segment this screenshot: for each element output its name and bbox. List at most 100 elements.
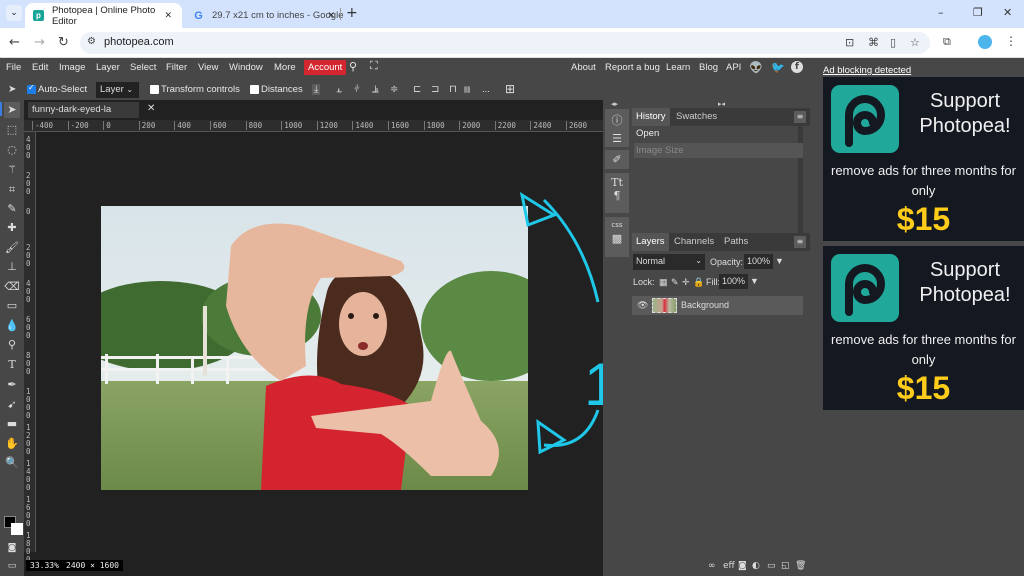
tab-search-button[interactable]: ⌄: [6, 5, 22, 21]
screen-mode-icon[interactable]: ▭: [4, 558, 20, 574]
auto-select-checkbox[interactable]: [27, 83, 36, 94]
layer-row[interactable]: 👁 Background: [632, 296, 803, 315]
blend-mode-dropdown[interactable]: Normal ⌄: [633, 254, 705, 270]
ad-blocking-detected-link[interactable]: Ad blocking detected: [823, 65, 911, 76]
background-color-swatch[interactable]: [11, 523, 23, 535]
hand-tool-icon[interactable]: ✋: [4, 436, 20, 452]
close-window-button[interactable]: ✕: [1003, 6, 1012, 19]
align-left-icon[interactable]: ⊏: [413, 84, 421, 95]
link-blog[interactable]: Blog: [699, 62, 718, 73]
ad-banner[interactable]: Support Photopea! remove ads for three m…: [823, 77, 1024, 241]
align-top-icon[interactable]: ⫠: [336, 84, 342, 95]
browser-tab-photopea[interactable]: p Photopea | Online Photo Editor ✕: [25, 3, 182, 28]
zoom-level[interactable]: 33.33%: [26, 560, 63, 571]
distribute-horizontal-icon[interactable]: ⫼⫼: [464, 86, 470, 95]
reload-icon[interactable]: ↻: [58, 35, 69, 50]
panel-collapse-icon[interactable]: ▸◂: [718, 100, 725, 108]
align-bottom-icon[interactable]: ⫡: [372, 84, 379, 95]
tab-layers[interactable]: Layers: [632, 233, 669, 251]
adjustment-layer-icon[interactable]: ◐: [752, 561, 760, 571]
image-icon[interactable]: ▩: [605, 232, 629, 245]
restore-button[interactable]: ❐: [973, 6, 983, 19]
clone-stamp-tool-icon[interactable]: ⊥: [4, 259, 20, 275]
address-bar[interactable]: ⚙ photopea.com ⊡ ⌘ ▯ ☆: [80, 32, 930, 54]
new-tab-button[interactable]: +: [346, 5, 358, 21]
menu-layer[interactable]: Layer: [96, 62, 120, 73]
crop-tool-icon[interactable]: ⌗: [4, 182, 20, 198]
tab-history[interactable]: History: [632, 108, 670, 126]
properties-icon[interactable]: ☰: [605, 132, 629, 145]
download-icon[interactable]: ⤓: [312, 84, 321, 95]
menu-edit[interactable]: Edit: [32, 62, 48, 73]
magic-wand-tool-icon[interactable]: ⚚: [4, 162, 20, 178]
forward-icon[interactable]: →: [34, 35, 45, 50]
collapse-arrows-icon[interactable]: ◂▸: [611, 100, 618, 108]
menu-image[interactable]: Image: [59, 62, 85, 73]
css-icon[interactable]: css: [605, 221, 629, 229]
distribute-vertical-icon[interactable]: ≑: [390, 84, 398, 95]
link-learn[interactable]: Learn: [666, 62, 690, 73]
new-group-icon[interactable]: ▭: [767, 561, 776, 571]
extensions-icon[interactable]: ⧉: [943, 35, 951, 49]
eyedropper-tool-icon[interactable]: ✎: [4, 201, 20, 217]
menu-filter[interactable]: Filter: [166, 62, 187, 73]
fill-input[interactable]: 100%: [719, 274, 749, 289]
translate-icon[interactable]: ⌘: [868, 36, 879, 49]
link-about[interactable]: About: [571, 62, 596, 73]
tab-paths[interactable]: Paths: [724, 236, 748, 247]
history-item[interactable]: Open: [634, 126, 803, 141]
rectangle-tool-icon[interactable]: ▬: [4, 416, 20, 432]
profile-avatar[interactable]: [978, 35, 992, 49]
pen-tool-icon[interactable]: ✒: [4, 377, 20, 393]
info-icon[interactable]: ⓘ: [605, 112, 629, 128]
more-options-button[interactable]: ...: [482, 84, 490, 95]
close-document-icon[interactable]: ✕: [147, 103, 155, 114]
blur-tool-icon[interactable]: 💧: [4, 318, 20, 334]
close-tab-icon[interactable]: ✕: [327, 10, 335, 21]
gradient-tool-icon[interactable]: ▭: [4, 298, 20, 314]
ad-banner[interactable]: Support Photopea! remove ads for three m…: [823, 246, 1024, 410]
layers-panel-menu-icon[interactable]: ≡: [794, 236, 806, 248]
document-tab[interactable]: funny-dark-eyed-la: [28, 102, 139, 118]
install-app-icon[interactable]: ⊡: [845, 36, 854, 49]
document-area[interactable]: funny-dark-eyed-la ✕ -400 -200 0 200 400 600 8…: [24, 100, 604, 576]
delete-layer-icon[interactable]: 🗑: [795, 561, 806, 571]
url-text[interactable]: photopea.com: [104, 36, 174, 48]
lock-pixels-icon[interactable]: ✎: [671, 277, 679, 288]
site-settings-icon[interactable]: ⚙: [87, 36, 96, 47]
opacity-input[interactable]: 100%: [744, 254, 774, 269]
brush-tool-icon[interactable]: 🖌: [4, 240, 20, 256]
history-panel-menu-icon[interactable]: ≡: [794, 111, 806, 123]
align-hcenter-icon[interactable]: ⊐: [431, 84, 439, 95]
link-api[interactable]: API: [726, 62, 741, 73]
type-tool-icon[interactable]: T: [4, 357, 20, 373]
facebook-icon[interactable]: f: [791, 61, 803, 73]
healing-brush-tool-icon[interactable]: ✚: [4, 220, 20, 236]
align-right-icon[interactable]: ⊓: [449, 84, 457, 95]
minimize-button[interactable]: –: [938, 6, 944, 19]
lasso-tool-icon[interactable]: ◌: [4, 142, 20, 158]
transform-controls-checkbox[interactable]: [150, 85, 159, 94]
character-icon[interactable]: Tt: [605, 176, 629, 189]
zoom-tool-icon[interactable]: 🔍: [4, 455, 20, 471]
canvas-image[interactable]: [101, 206, 528, 490]
fullscreen-icon[interactable]: ⛶: [370, 60, 378, 73]
menu-select[interactable]: Select: [130, 62, 156, 73]
browser-menu-icon[interactable]: ⋮: [1005, 34, 1017, 48]
new-layer-icon[interactable]: ◱: [781, 561, 790, 571]
visibility-eye-icon[interactable]: 👁: [637, 300, 648, 311]
menu-window[interactable]: Window: [229, 62, 263, 73]
paragraph-icon[interactable]: ¶: [605, 189, 629, 202]
eraser-tool-icon[interactable]: ⌫: [4, 279, 20, 295]
back-icon[interactable]: ←: [9, 35, 20, 50]
browser-tab-google[interactable]: G 29.7 x21 cm to inches - Google ✕: [185, 3, 345, 28]
menu-view[interactable]: View: [198, 62, 218, 73]
menu-more[interactable]: More: [274, 62, 296, 73]
close-tab-icon[interactable]: ✕: [164, 10, 172, 21]
opacity-dropdown-icon[interactable]: ▼: [775, 256, 784, 266]
menu-account[interactable]: Account: [304, 60, 347, 75]
reading-mode-icon[interactable]: ▯: [890, 36, 896, 49]
distances-checkbox[interactable]: [250, 85, 259, 94]
lock-transparency-icon[interactable]: ▦: [659, 277, 668, 288]
add-mask-icon[interactable]: ◙: [738, 561, 747, 571]
